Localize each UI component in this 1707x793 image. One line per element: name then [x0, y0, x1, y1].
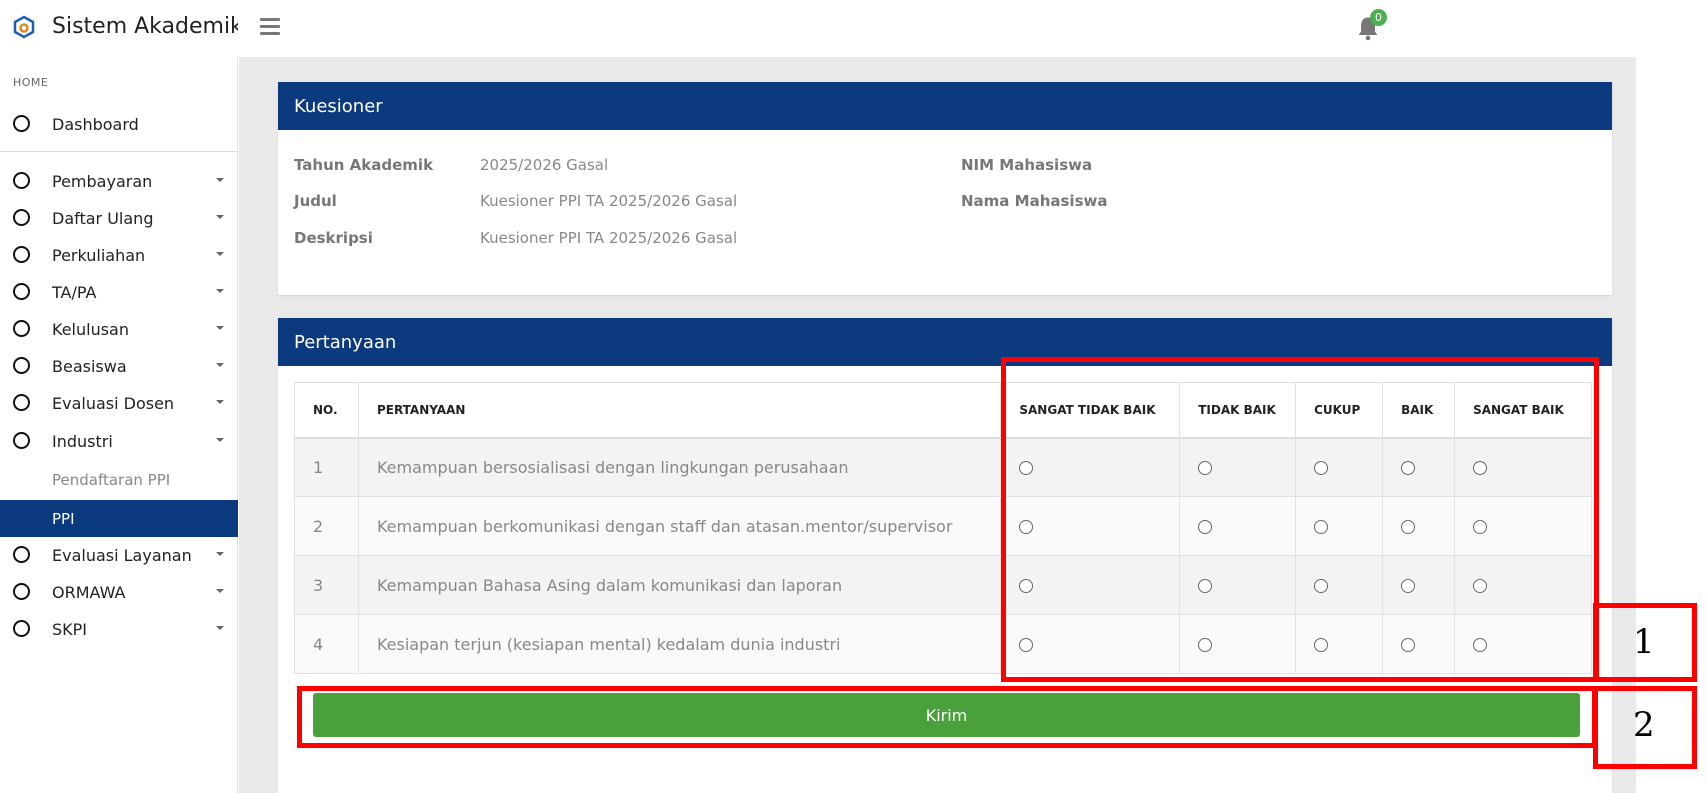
sidebar-item-beasiswa[interactable]: Beasiswa [0, 348, 238, 382]
sidebar-item-ta-pa[interactable]: TA/PA [0, 274, 238, 308]
circle-icon [13, 546, 30, 563]
circle-icon [13, 432, 30, 449]
caret-down-icon [216, 626, 224, 630]
sidebar-item-evaluasi-layanan[interactable]: Evaluasi Layanan [0, 537, 238, 571]
sidebar-item-daftar-ulang[interactable]: Daftar Ulang [0, 200, 238, 234]
caret-down-icon [216, 438, 224, 442]
sidebar-item-label: Industri [52, 432, 113, 451]
sidebar-item-kelulusan[interactable]: Kelulusan [0, 311, 238, 345]
tahun-akademik-label: Tahun Akademik [294, 156, 434, 174]
question-text: Kemampuan berkomunikasi dengan staff dan… [357, 496, 1002, 556]
question-text: Kemampuan Bahasa Asing dalam komunikasi … [357, 555, 1002, 615]
sidebar-item-label: Dashboard [52, 115, 139, 134]
sidebar-item-industri[interactable]: Industri [0, 423, 238, 457]
question-number: 2 [294, 496, 359, 556]
caret-down-icon [216, 326, 224, 330]
sidebar-item-label: TA/PA [52, 283, 97, 302]
caret-down-icon [216, 552, 224, 556]
caret-down-icon [216, 215, 224, 219]
sidebar-item-label: Beasiswa [52, 357, 127, 376]
sidebar: HOME Dashboard Pembayaran Daftar Ulang P… [0, 57, 238, 793]
caret-down-icon [216, 363, 224, 367]
question-number: 3 [294, 555, 359, 615]
circle-icon [13, 357, 30, 374]
sidebar-item-skpi[interactable]: SKPI [0, 611, 238, 645]
nim-mahasiswa-label: NIM Mahasiswa [961, 156, 1093, 174]
sidebar-subitem-ppi[interactable]: PPI [0, 500, 238, 537]
sidebar-section-home: HOME [13, 76, 49, 89]
caret-down-icon [216, 589, 224, 593]
sidebar-item-label: Perkuliahan [52, 246, 146, 265]
circle-icon [13, 172, 30, 189]
kuesioner-card-title: Kuesioner [278, 82, 1612, 130]
sidebar-item-perkuliahan[interactable]: Perkuliahan [0, 237, 238, 271]
deskripsi-label: Deskripsi [294, 229, 373, 247]
sidebar-subitem-pendaftaran-ppi[interactable]: Pendaftaran PPI [52, 471, 170, 489]
judul-label: Judul [294, 192, 337, 210]
tahun-akademik-value: 2025/2026 Gasal [480, 156, 609, 174]
circle-icon [13, 246, 30, 263]
judul-value: Kuesioner PPI TA 2025/2026 Gasal [480, 192, 738, 210]
sidebar-item-evaluasi-dosen[interactable]: Evaluasi Dosen [0, 385, 238, 419]
sidebar-item-label: ORMAWA [52, 583, 126, 602]
circle-icon [13, 209, 30, 226]
sidebar-item-label: Pembayaran [52, 172, 153, 191]
sidebar-divider [0, 151, 238, 152]
question-number: 1 [294, 437, 359, 497]
sidebar-item-ormawa[interactable]: ORMAWA [0, 574, 238, 608]
app-logo-icon [13, 15, 35, 39]
circle-icon [13, 583, 30, 600]
question-text: Kemampuan bersosialisasi dengan lingkung… [357, 437, 1002, 497]
circle-icon [13, 115, 30, 132]
page-margin [1636, 57, 1707, 793]
sidebar-item-label: SKPI [52, 620, 88, 639]
annotation-label-2: 2 [1633, 705, 1655, 745]
caret-down-icon [216, 289, 224, 293]
nama-mahasiswa-label: Nama Mahasiswa [961, 192, 1108, 210]
question-number: 4 [294, 614, 359, 674]
app-title: Sistem Akademik [52, 14, 238, 39]
annotation-box-rating-options [1001, 357, 1599, 682]
sidebar-item-label: Kelulusan [52, 320, 129, 339]
circle-icon [13, 620, 30, 637]
top-bar: Sistem Akademik 0 [0, 0, 1707, 57]
column-header-no: NO. [294, 382, 359, 439]
annotation-label-1: 1 [1633, 622, 1655, 662]
circle-icon [13, 320, 30, 337]
circle-icon [13, 283, 30, 300]
sidebar-item-label: Daftar Ulang [52, 209, 154, 228]
caret-down-icon [216, 178, 224, 182]
sidebar-item-label: PPI [52, 510, 75, 528]
caret-down-icon [216, 400, 224, 404]
deskripsi-value: Kuesioner PPI TA 2025/2026 Gasal [480, 229, 738, 247]
column-header-pertanyaan: PERTANYAAN [357, 382, 1002, 439]
sidebar-item-label: Evaluasi Dosen [52, 394, 175, 413]
menu-toggle-icon[interactable] [258, 18, 282, 38]
sidebar-item-label: Evaluasi Layanan [52, 546, 192, 565]
kuesioner-card: Kuesioner Tahun Akademik 2025/2026 Gasal… [278, 82, 1612, 295]
notification-count-badge: 0 [1370, 9, 1387, 26]
sidebar-item-dashboard[interactable]: Dashboard [0, 106, 238, 140]
caret-down-icon [216, 252, 224, 256]
question-text: Kesiapan terjun (kesiapan mental) kedala… [357, 614, 1002, 674]
annotation-box-submit [297, 686, 1597, 748]
sidebar-item-pembayaran[interactable]: Pembayaran [0, 163, 238, 197]
circle-icon [13, 394, 30, 411]
